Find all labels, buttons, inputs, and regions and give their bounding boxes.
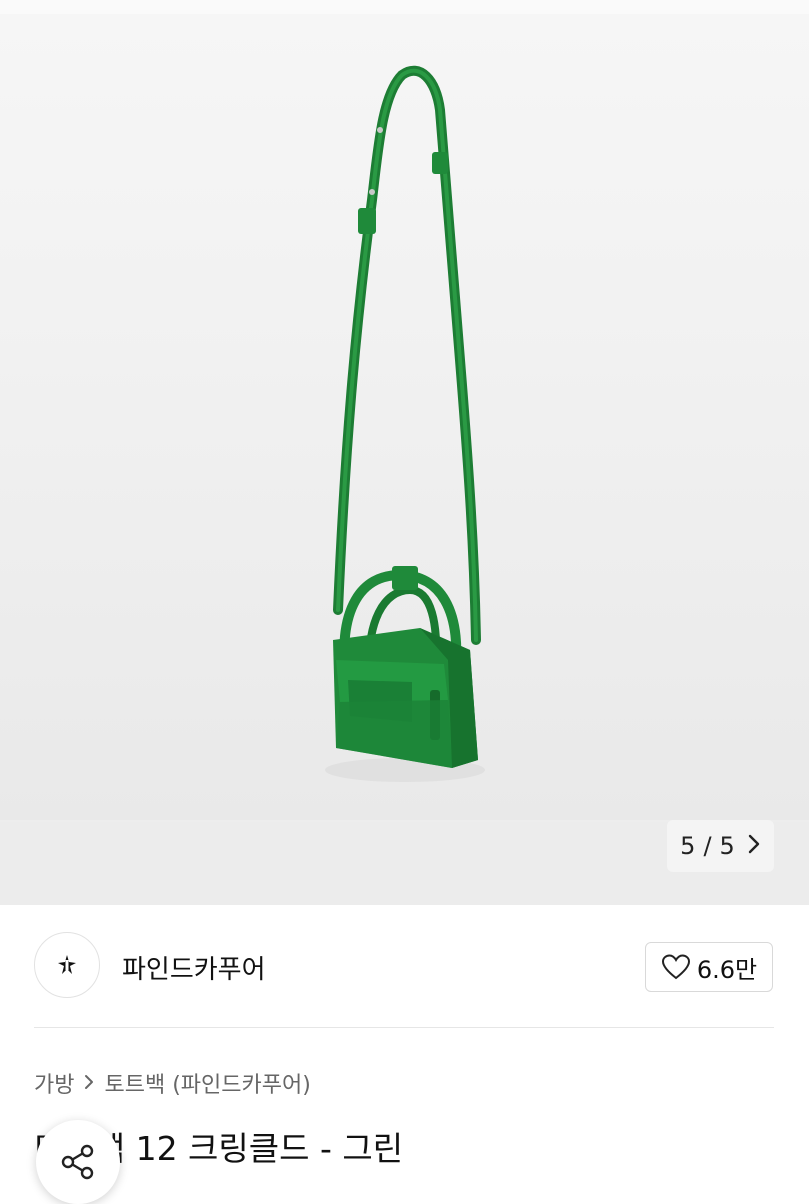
seller-avatar[interactable] xyxy=(34,932,100,998)
section-divider xyxy=(34,1027,774,1028)
chevron-right-icon[interactable] xyxy=(747,834,761,859)
breadcrumb-item-subcategory[interactable]: 토트백 (파인드카푸어) xyxy=(104,1067,310,1099)
chevron-right-icon xyxy=(84,1071,94,1095)
breadcrumb: 가방 토트백 (파인드카푸어) xyxy=(34,1067,311,1099)
heart-outline-icon xyxy=(661,954,690,980)
image-counter-total: 5 xyxy=(719,832,735,860)
image-counter[interactable]: 5 / 5 xyxy=(667,820,774,872)
breadcrumb-item-category[interactable]: 가방 xyxy=(34,1067,74,1099)
like-count: 6.6만 xyxy=(696,955,758,984)
product-image xyxy=(325,65,485,782)
product-image-gallery[interactable]: 5 / 5 xyxy=(0,0,809,905)
seller-name[interactable]: 파인드카푸어 xyxy=(122,949,266,986)
findkapoor-logo-icon xyxy=(58,955,76,974)
share-button[interactable] xyxy=(36,1120,120,1204)
image-counter-separator: / xyxy=(703,832,712,860)
share-icon xyxy=(61,1144,94,1180)
seller-row[interactable]: 파인드카푸어 6.6만 xyxy=(34,932,774,1002)
like-button[interactable]: 6.6만 xyxy=(645,942,773,992)
image-counter-current: 5 xyxy=(680,832,696,860)
